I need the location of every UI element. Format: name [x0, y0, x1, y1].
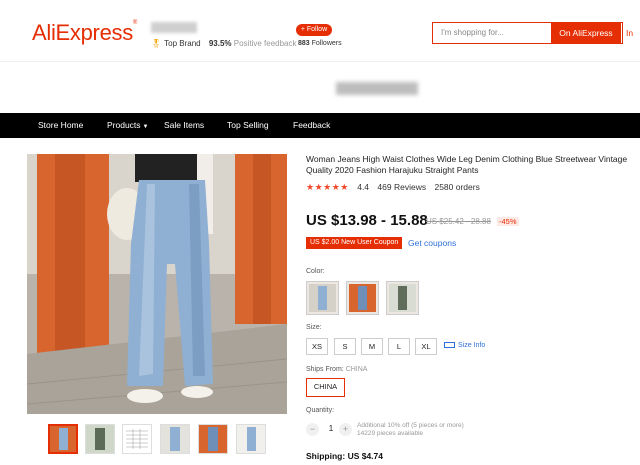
reviews-link[interactable]: 469 Reviews: [377, 182, 426, 192]
site-header: AliExpress® 🎖 Top Brand 93.5% Positive fe…: [0, 0, 640, 62]
shipping-cost: Shipping: US $4.74: [306, 451, 384, 461]
quantity-decrease-button[interactable]: −: [306, 423, 319, 436]
size-option-s[interactable]: S: [334, 338, 356, 355]
positive-feedback-pct: 93.5%: [208, 39, 232, 48]
nav-products[interactable]: Products ▼: [107, 113, 149, 138]
size-option-xl[interactable]: XL: [415, 338, 437, 355]
star-rating-icon: ★★★★★: [306, 182, 349, 192]
quantity-note: Additional 10% off (5 pieces or more) 142…: [357, 422, 464, 437]
thumb-jeans-image: [50, 426, 76, 452]
thumb-jeans-image: [237, 425, 265, 453]
color-swatch-image: [389, 284, 416, 312]
thumb-size-chart-image: [123, 425, 151, 453]
current-price: US $13.98 - 15.88: [306, 212, 428, 229]
ships-from-china-option[interactable]: CHINA: [306, 378, 345, 397]
product-main-image[interactable]: [27, 154, 287, 414]
nav-top-selling[interactable]: Top Selling: [227, 113, 269, 138]
rating-value: 4.4: [357, 182, 370, 192]
nav-sale-items[interactable]: Sale Items: [164, 113, 204, 138]
color-swatch-image: [309, 284, 336, 312]
ruler-icon: [444, 342, 455, 348]
color-label: Color:: [306, 268, 325, 275]
size-option-l[interactable]: L: [388, 338, 410, 355]
nav-feedback[interactable]: Feedback: [293, 113, 330, 138]
store-name-blurred: [151, 22, 197, 33]
thumbnail-6[interactable]: [236, 424, 266, 454]
nav-store-home[interactable]: Store Home: [38, 113, 83, 138]
product-photo: [27, 154, 287, 414]
chevron-down-icon: ▼: [142, 124, 149, 130]
top-brand-badge: 🎖 Top Brand 93.5% Positive feedback: [151, 39, 297, 48]
size-label: Size:: [306, 324, 322, 331]
thumbnail-1[interactable]: [48, 424, 78, 454]
color-option-3[interactable]: [386, 281, 419, 315]
store-banner: [0, 62, 640, 112]
color-swatch-image: [349, 284, 376, 312]
thumb-jeans-image: [161, 425, 189, 453]
store-banner-name-blurred: [336, 82, 418, 95]
new-user-coupon-badge[interactable]: US $2.00 New User Coupon: [306, 237, 403, 249]
size-info-link[interactable]: Size Info: [444, 342, 485, 349]
get-coupons-link[interactable]: Get coupons: [408, 238, 456, 248]
search-bar: I'm shopping for... On AliExpress In thi…: [432, 22, 640, 44]
thumbnail-3[interactable]: [122, 424, 152, 454]
original-price: US $25.42 - 28.88: [426, 217, 491, 226]
color-option-1[interactable]: [306, 281, 339, 315]
orders-count: 2580 orders: [434, 182, 480, 192]
thumbnail-5[interactable]: [198, 424, 228, 454]
search-store-button[interactable]: In this store: [622, 22, 640, 44]
rating-row: ★★★★★ 4.4 469 Reviews 2580 orders: [306, 182, 486, 193]
quantity-input[interactable]: 1: [325, 424, 337, 433]
search-input[interactable]: I'm shopping for...: [441, 28, 504, 37]
product-title: Woman Jeans High Waist Clothes Wide Leg …: [306, 154, 628, 175]
store-nav: Store Home Products ▼ Sale Items Top Sell…: [0, 113, 640, 138]
quantity-label: Quantity:: [306, 407, 335, 414]
discount-badge: -45%: [497, 217, 519, 226]
follow-button[interactable]: + Follow: [296, 24, 332, 36]
search-aliexpress-button[interactable]: On AliExpress: [551, 22, 621, 44]
positive-feedback-label: Positive feedback: [233, 39, 297, 48]
size-option-xs[interactable]: XS: [306, 338, 328, 355]
medal-icon: 🎖: [151, 39, 162, 48]
color-option-2[interactable]: [346, 281, 379, 315]
thumbnail-2[interactable]: [85, 424, 115, 454]
thumbnail-4[interactable]: [160, 424, 190, 454]
size-option-m[interactable]: M: [361, 338, 383, 355]
aliexpress-logo[interactable]: AliExpress®: [32, 20, 137, 46]
ships-from-label: Ships From: CHINA: [306, 366, 368, 373]
quantity-increase-button[interactable]: +: [339, 423, 352, 436]
thumb-jeans-image: [86, 425, 114, 453]
followers-count: 883 Followers: [298, 40, 342, 47]
thumb-jeans-image: [199, 425, 227, 453]
